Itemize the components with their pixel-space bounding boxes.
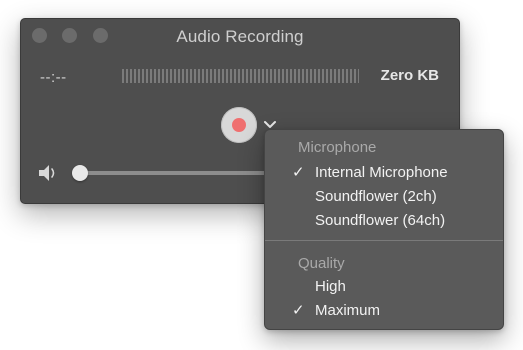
volume-slider-track[interactable] — [76, 171, 276, 175]
menu-item-label: Maximum — [315, 302, 381, 319]
menu-item-label: Soundflower (64ch) — [315, 212, 446, 229]
elapsed-time: --:-- — [40, 69, 67, 86]
recording-options-menu: Microphone ✓ Internal Microphone Soundfl… — [264, 129, 504, 330]
menu-item-quality-maximum[interactable]: ✓ Maximum — [265, 300, 503, 322]
record-button[interactable] — [221, 107, 257, 143]
menu-item-label: Soundflower (2ch) — [315, 188, 437, 205]
record-icon — [232, 118, 246, 132]
menu-item-soundflower-64ch[interactable]: Soundflower (64ch) — [265, 210, 503, 232]
menu-item-label: Internal Microphone — [315, 164, 448, 181]
quality-section-header: Quality — [298, 255, 345, 272]
window-title: Audio Recording — [176, 27, 304, 46]
checkmark-icon: ✓ — [292, 164, 305, 181]
checkmark-icon: ✓ — [292, 302, 305, 319]
menu-item-quality-high[interactable]: High — [265, 276, 503, 298]
menu-divider — [265, 240, 503, 241]
file-size-label: Zero KB — [380, 67, 439, 84]
audio-level-meter — [122, 69, 359, 83]
microphone-section-header: Microphone — [298, 139, 377, 156]
menu-item-internal-microphone[interactable]: ✓ Internal Microphone — [265, 162, 503, 184]
volume-slider-knob[interactable] — [72, 165, 88, 181]
menu-item-soundflower-2ch[interactable]: Soundflower (2ch) — [265, 186, 503, 208]
speaker-icon — [37, 163, 61, 183]
menu-item-label: High — [315, 278, 346, 295]
